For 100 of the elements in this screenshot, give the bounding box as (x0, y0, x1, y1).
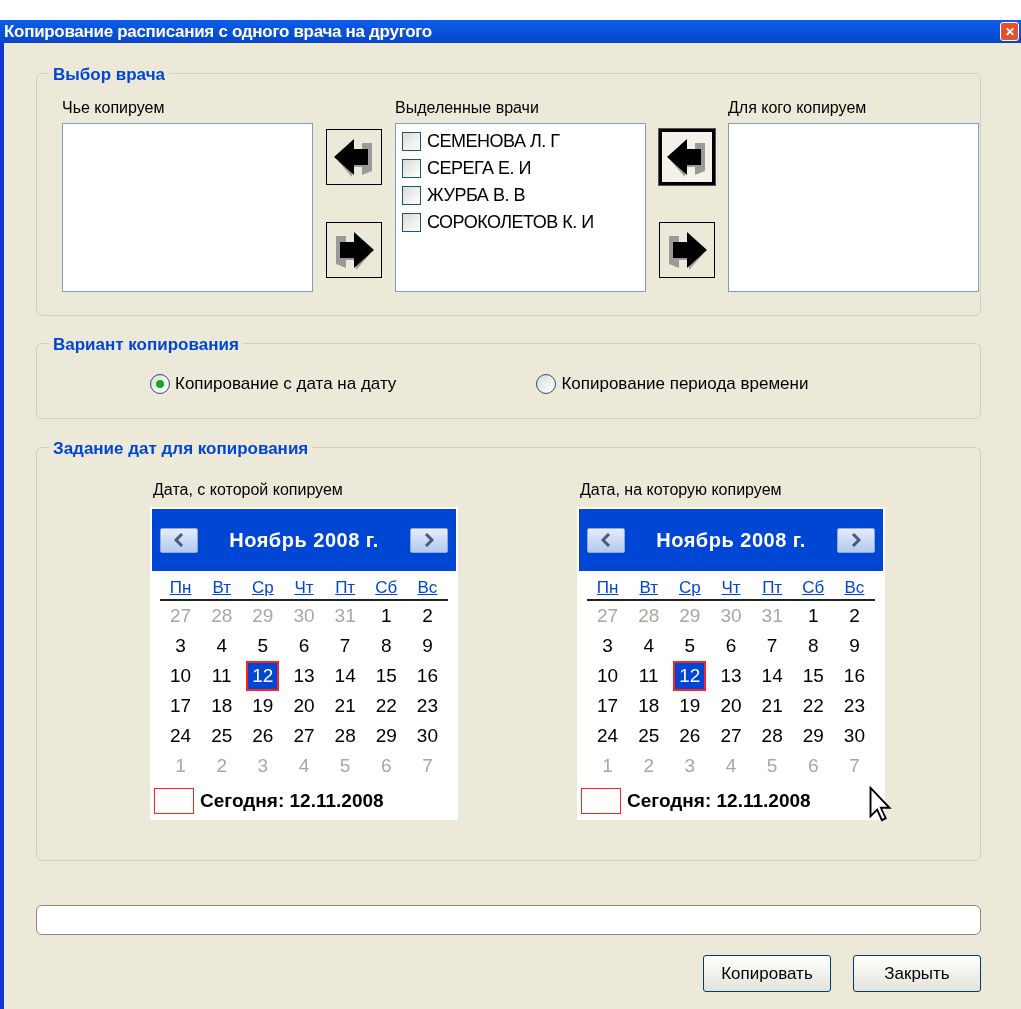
weekday-header: Вт (201, 575, 243, 601)
next-month-button[interactable] (837, 527, 875, 553)
today-marker (154, 788, 194, 815)
calendar-day[interactable]: 8 (804, 633, 823, 659)
calendar-day[interactable]: 22 (371, 693, 401, 719)
calendar-day[interactable]: 4 (639, 633, 658, 659)
calendar-day[interactable]: 7 (335, 633, 355, 659)
calendar-day[interactable]: 16 (839, 663, 869, 689)
calendar[interactable]: Ноябрь 2008 г. Пн Вт Ср Чт Пт Сб Вс 27 28 29 30 31 1 2 3 4 5 6 7 8 9 10 11 12 13 14 15 16 17 18 19 20 21 22 23 24 25 26 27 28 29 30 1 2 3 4 5 6 7 Сегодня: 12.11.2008 (149, 506, 459, 821)
doctor-name: СОРОКОЛЕТОВ К. И (427, 210, 594, 234)
window-title: Копирование расписания с одного врача на другого (4, 20, 432, 43)
calendar-day[interactable]: 20 (716, 693, 746, 719)
calendar-day[interactable]: 6 (294, 633, 314, 659)
calendar-day[interactable]: 9 (845, 633, 864, 659)
calendar-day[interactable]: 18 (207, 693, 237, 719)
chevron-right-icon (424, 533, 434, 547)
calendar-day[interactable]: 17 (593, 693, 623, 719)
calendar-day[interactable]: 14 (757, 663, 787, 689)
calendar-day[interactable]: 24 (593, 723, 623, 749)
calendar-day[interactable]: 23 (839, 693, 869, 719)
chevron-left-icon (601, 533, 611, 547)
calendar-day[interactable]: 13 (289, 663, 319, 689)
calendar-day[interactable]: 23 (412, 693, 442, 719)
calendar-day[interactable]: 10 (593, 663, 623, 689)
calendar-day[interactable]: 11 (207, 663, 236, 689)
calendar-day[interactable]: 9 (418, 633, 437, 659)
weekday-header: Вс (833, 575, 875, 601)
arrow-button[interactable] (659, 129, 715, 185)
mouse-cursor-icon (868, 786, 892, 822)
calendar-day[interactable]: 3 (598, 633, 617, 659)
calendar-day[interactable]: 8 (377, 633, 396, 659)
calendar-day[interactable]: 30 (839, 723, 869, 749)
checkbox[interactable] (402, 185, 421, 205)
chevron-right-icon (851, 533, 861, 547)
copy-button[interactable]: Копировать (703, 955, 831, 992)
checkbox[interactable] (402, 158, 421, 178)
close-button[interactable]: ✕ (1000, 22, 1019, 41)
calendar-day[interactable]: 15 (798, 663, 828, 689)
calendar[interactable]: Ноябрь 2008 г. Пн Вт Ср Чт Пт Сб Вс 27 28 29 30 31 1 2 3 4 5 6 7 8 9 10 11 12 13 14 15 16 17 18 19 20 21 22 23 24 25 26 27 28 29 30 1 2 3 4 5 6 7 Сегодня: 12.11.2008 (576, 506, 886, 821)
today-link[interactable]: Сегодня: 12.11.2008 (200, 787, 384, 816)
arrow-button[interactable] (326, 129, 382, 185)
calendar-day[interactable]: 2 (418, 603, 437, 629)
today-marker (581, 788, 621, 815)
radio-label: Копирование периода времени (561, 373, 809, 395)
calendar-day[interactable]: 30 (412, 723, 442, 749)
calendar-day[interactable]: 17 (166, 693, 196, 719)
arrow-button[interactable] (659, 222, 715, 278)
weekday-header: Пн (160, 575, 202, 601)
calendar-day[interactable]: 19 (675, 693, 705, 719)
radio-button[interactable] (536, 373, 557, 394)
calendar-day[interactable]: 7 (762, 633, 782, 659)
calendar-day[interactable]: 29 (798, 723, 828, 749)
today-link[interactable]: Сегодня: 12.11.2008 (627, 787, 811, 816)
calendar-day[interactable]: 2 (845, 603, 864, 629)
calendar-day[interactable]: 26 (248, 723, 278, 749)
calendar-day[interactable]: 29 (371, 723, 401, 749)
calendar-day[interactable]: 22 (798, 693, 828, 719)
calendar-day[interactable]: 6 (721, 633, 741, 659)
chevron-left-icon (174, 533, 184, 547)
calendar-day[interactable]: 11 (634, 663, 663, 689)
weekday-header: Ср (242, 575, 284, 601)
list-box[interactable]: СЕМЕНОВА Л. Г СЕРЕГА Е. И ЖУРБА В. В СОРОКОЛЕТОВ К. И (395, 123, 646, 292)
previous-month-button[interactable] (160, 527, 198, 553)
close-button[interactable]: Закрыть (853, 955, 981, 992)
calendar-day[interactable]: 19 (248, 693, 278, 719)
calendar-day[interactable]: 25 (207, 723, 237, 749)
month-title: Ноябрь 2008 г. (229, 528, 379, 553)
calendar-day[interactable]: 16 (412, 663, 442, 689)
calendar-day[interactable]: 26 (675, 723, 705, 749)
calendar-day[interactable]: 4 (212, 633, 231, 659)
calendar-day[interactable]: 28 (757, 723, 787, 749)
calendar-day[interactable]: 24 (166, 723, 196, 749)
calendar-day[interactable]: 13 (716, 663, 746, 689)
calendar-label: Дата, с которой копируем (152, 480, 344, 500)
calendar-day[interactable]: 18 (634, 693, 664, 719)
calendar-day[interactable]: 5 (253, 633, 273, 659)
calendar-day[interactable]: 25 (634, 723, 664, 749)
calendar-day[interactable]: 1 (377, 603, 396, 629)
calendar-day[interactable]: 3 (171, 633, 190, 659)
calendar-day[interactable]: 21 (330, 693, 360, 719)
weekday-header: Чт (283, 575, 325, 601)
checkbox[interactable] (402, 212, 421, 232)
calendar-day[interactable]: 15 (371, 663, 401, 689)
radio-button[interactable] (150, 373, 170, 394)
calendar-day[interactable]: 21 (757, 693, 787, 719)
calendar-day[interactable]: 14 (330, 663, 360, 689)
calendar-day[interactable]: 12 (246, 661, 280, 691)
previous-month-button[interactable] (587, 527, 625, 553)
calendar-day[interactable]: 12 (673, 661, 707, 691)
calendar-day[interactable]: 1 (804, 603, 823, 629)
arrow-button[interactable] (326, 222, 382, 278)
calendar-day[interactable]: 27 (289, 723, 319, 749)
calendar-day[interactable]: 5 (680, 633, 700, 659)
checkbox[interactable] (402, 131, 421, 151)
calendar-day[interactable]: 27 (716, 723, 746, 749)
next-month-button[interactable] (410, 527, 448, 553)
calendar-day[interactable]: 28 (330, 723, 360, 749)
calendar-day[interactable]: 20 (289, 693, 319, 719)
doctor-name: СЕМЕНОВА Л. Г (427, 129, 560, 153)
calendar-day[interactable]: 10 (166, 663, 196, 689)
